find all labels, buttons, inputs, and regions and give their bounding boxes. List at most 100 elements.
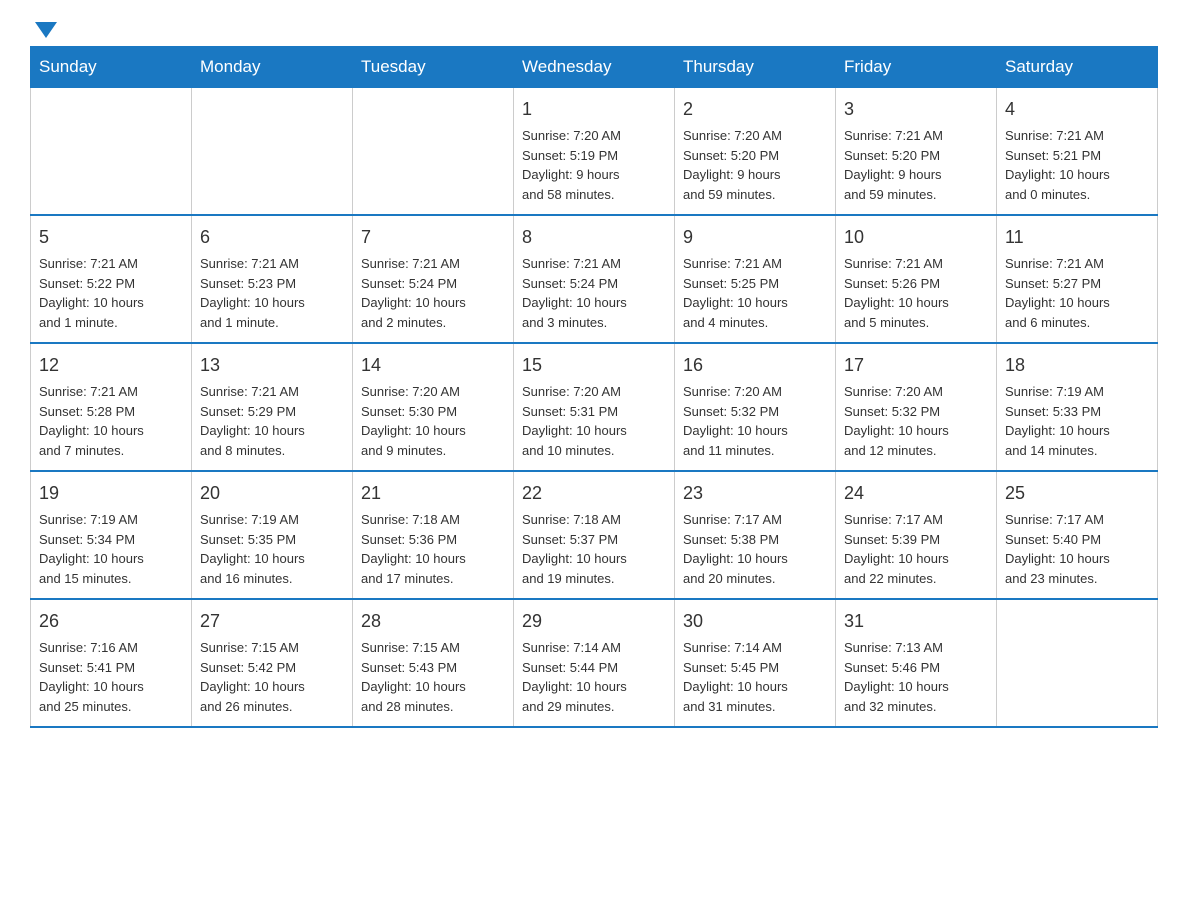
day-info: Sunrise: 7:19 AM Sunset: 5:33 PM Dayligh… (1005, 382, 1149, 460)
day-cell-14: 14Sunrise: 7:20 AM Sunset: 5:30 PM Dayli… (353, 343, 514, 471)
day-number: 16 (683, 352, 827, 378)
weekday-header-tuesday: Tuesday (353, 47, 514, 88)
weekday-header-sunday: Sunday (31, 47, 192, 88)
day-cell-30: 30 Sunrise: 7:14 AM Sunset: 5:45 PM Dayli… (675, 599, 836, 727)
day-number: 1 (522, 96, 666, 122)
empty-cell (192, 88, 353, 216)
day-info: Sunrise: 7:15 AM Sunset: 5:42 PM Dayligh… (200, 638, 344, 716)
day-info: Sunrise: 7:21 AM Sunset: 5:27 PM Dayligh… (1005, 254, 1149, 332)
day-cell-31: 31 Sunrise: 7:13 AM Sunset: 5:46 PM Dayli… (836, 599, 997, 727)
day-number: 12 (39, 352, 183, 378)
day-number: 15 (522, 352, 666, 378)
empty-cell (31, 88, 192, 216)
day-cell-4: 4 Sunrise: 7:21 AM Sunset: 5:21 PM Daylig… (997, 88, 1158, 216)
weekday-header-friday: Friday (836, 47, 997, 88)
day-number: 25 (1005, 480, 1149, 506)
day-cell-12: 12 Sunrise: 7:21 AM Sunset: 5:28 PM Dayli… (31, 343, 192, 471)
day-number: 9 (683, 224, 827, 250)
day-number: 18 (1005, 352, 1149, 378)
day-cell-25: 25Sunrise: 7:17 AM Sunset: 5:40 PM Dayli… (997, 471, 1158, 599)
day-cell-5: 5 Sunrise: 7:21 AM Sunset: 5:22 PM Daylig… (31, 215, 192, 343)
weekday-header-saturday: Saturday (997, 47, 1158, 88)
day-cell-13: 13 Sunrise: 7:21 AM Sunset: 5:29 PM Dayli… (192, 343, 353, 471)
day-info: Sunrise: 7:20 AM Sunset: 5:19 PM Dayligh… (522, 126, 666, 204)
day-cell-2: 2 Sunrise: 7:20 AM Sunset: 5:20 PM Daylig… (675, 88, 836, 216)
day-cell-3: 3 Sunrise: 7:21 AM Sunset: 5:20 PM Daylig… (836, 88, 997, 216)
day-info: Sunrise: 7:21 AM Sunset: 5:28 PM Dayligh… (39, 382, 183, 460)
weekday-header-row: SundayMondayTuesdayWednesdayThursdayFrid… (31, 47, 1158, 88)
day-info: Sunrise: 7:21 AM Sunset: 5:24 PM Dayligh… (361, 254, 505, 332)
day-number: 3 (844, 96, 988, 122)
day-number: 23 (683, 480, 827, 506)
day-info: Sunrise: 7:17 AM Sunset: 5:39 PM Dayligh… (844, 510, 988, 588)
day-number: 19 (39, 480, 183, 506)
day-info: Sunrise: 7:21 AM Sunset: 5:26 PM Dayligh… (844, 254, 988, 332)
logo-triangle-icon (35, 22, 57, 38)
day-number: 20 (200, 480, 344, 506)
day-cell-27: 27 Sunrise: 7:15 AM Sunset: 5:42 PM Dayli… (192, 599, 353, 727)
header (30, 20, 1158, 36)
day-cell-22: 22Sunrise: 7:18 AM Sunset: 5:37 PM Dayli… (514, 471, 675, 599)
week-row-5: 26 Sunrise: 7:16 AM Sunset: 5:41 PM Dayli… (31, 599, 1158, 727)
day-info: Sunrise: 7:21 AM Sunset: 5:23 PM Dayligh… (200, 254, 344, 332)
day-info: Sunrise: 7:21 AM Sunset: 5:20 PM Dayligh… (844, 126, 988, 204)
day-cell-29: 29Sunrise: 7:14 AM Sunset: 5:44 PM Dayli… (514, 599, 675, 727)
day-number: 24 (844, 480, 988, 506)
day-info: Sunrise: 7:20 AM Sunset: 5:32 PM Dayligh… (683, 382, 827, 460)
day-cell-11: 11 Sunrise: 7:21 AM Sunset: 5:27 PM Dayli… (997, 215, 1158, 343)
day-info: Sunrise: 7:20 AM Sunset: 5:32 PM Dayligh… (844, 382, 988, 460)
day-cell-17: 17 Sunrise: 7:20 AM Sunset: 5:32 PM Dayli… (836, 343, 997, 471)
day-info: Sunrise: 7:19 AM Sunset: 5:35 PM Dayligh… (200, 510, 344, 588)
day-number: 2 (683, 96, 827, 122)
day-number: 6 (200, 224, 344, 250)
day-cell-21: 21 Sunrise: 7:18 AM Sunset: 5:36 PM Dayli… (353, 471, 514, 599)
calendar-table: SundayMondayTuesdayWednesdayThursdayFrid… (30, 46, 1158, 728)
day-number: 31 (844, 608, 988, 634)
day-number: 13 (200, 352, 344, 378)
logo (30, 20, 57, 36)
empty-cell (353, 88, 514, 216)
day-info: Sunrise: 7:21 AM Sunset: 5:22 PM Dayligh… (39, 254, 183, 332)
day-info: Sunrise: 7:19 AM Sunset: 5:34 PM Dayligh… (39, 510, 183, 588)
day-cell-23: 23 Sunrise: 7:17 AM Sunset: 5:38 PM Dayli… (675, 471, 836, 599)
day-info: Sunrise: 7:14 AM Sunset: 5:44 PM Dayligh… (522, 638, 666, 716)
day-number: 11 (1005, 224, 1149, 250)
weekday-header-wednesday: Wednesday (514, 47, 675, 88)
day-cell-24: 24 Sunrise: 7:17 AM Sunset: 5:39 PM Dayli… (836, 471, 997, 599)
day-info: Sunrise: 7:13 AM Sunset: 5:46 PM Dayligh… (844, 638, 988, 716)
day-cell-26: 26 Sunrise: 7:16 AM Sunset: 5:41 PM Dayli… (31, 599, 192, 727)
day-number: 14 (361, 352, 505, 378)
week-row-1: 1 Sunrise: 7:20 AM Sunset: 5:19 PM Daylig… (31, 88, 1158, 216)
day-cell-8: 8Sunrise: 7:21 AM Sunset: 5:24 PM Daylig… (514, 215, 675, 343)
day-number: 4 (1005, 96, 1149, 122)
day-number: 5 (39, 224, 183, 250)
weekday-header-thursday: Thursday (675, 47, 836, 88)
week-row-2: 5 Sunrise: 7:21 AM Sunset: 5:22 PM Daylig… (31, 215, 1158, 343)
day-number: 27 (200, 608, 344, 634)
day-number: 22 (522, 480, 666, 506)
day-info: Sunrise: 7:21 AM Sunset: 5:29 PM Dayligh… (200, 382, 344, 460)
day-info: Sunrise: 7:14 AM Sunset: 5:45 PM Dayligh… (683, 638, 827, 716)
day-number: 26 (39, 608, 183, 634)
day-cell-9: 9Sunrise: 7:21 AM Sunset: 5:25 PM Daylig… (675, 215, 836, 343)
day-info: Sunrise: 7:21 AM Sunset: 5:21 PM Dayligh… (1005, 126, 1149, 204)
day-info: Sunrise: 7:18 AM Sunset: 5:36 PM Dayligh… (361, 510, 505, 588)
day-info: Sunrise: 7:15 AM Sunset: 5:43 PM Dayligh… (361, 638, 505, 716)
day-cell-18: 18 Sunrise: 7:19 AM Sunset: 5:33 PM Dayli… (997, 343, 1158, 471)
day-cell-10: 10Sunrise: 7:21 AM Sunset: 5:26 PM Dayli… (836, 215, 997, 343)
day-cell-28: 28 Sunrise: 7:15 AM Sunset: 5:43 PM Dayli… (353, 599, 514, 727)
day-number: 21 (361, 480, 505, 506)
day-cell-15: 15Sunrise: 7:20 AM Sunset: 5:31 PM Dayli… (514, 343, 675, 471)
day-cell-20: 20 Sunrise: 7:19 AM Sunset: 5:35 PM Dayli… (192, 471, 353, 599)
day-number: 17 (844, 352, 988, 378)
day-cell-7: 7Sunrise: 7:21 AM Sunset: 5:24 PM Daylig… (353, 215, 514, 343)
day-number: 28 (361, 608, 505, 634)
day-info: Sunrise: 7:16 AM Sunset: 5:41 PM Dayligh… (39, 638, 183, 716)
day-cell-6: 6 Sunrise: 7:21 AM Sunset: 5:23 PM Daylig… (192, 215, 353, 343)
empty-cell (997, 599, 1158, 727)
day-number: 30 (683, 608, 827, 634)
day-cell-1: 1 Sunrise: 7:20 AM Sunset: 5:19 PM Daylig… (514, 88, 675, 216)
day-cell-19: 19 Sunrise: 7:19 AM Sunset: 5:34 PM Dayli… (31, 471, 192, 599)
day-info: Sunrise: 7:17 AM Sunset: 5:38 PM Dayligh… (683, 510, 827, 588)
day-info: Sunrise: 7:20 AM Sunset: 5:20 PM Dayligh… (683, 126, 827, 204)
